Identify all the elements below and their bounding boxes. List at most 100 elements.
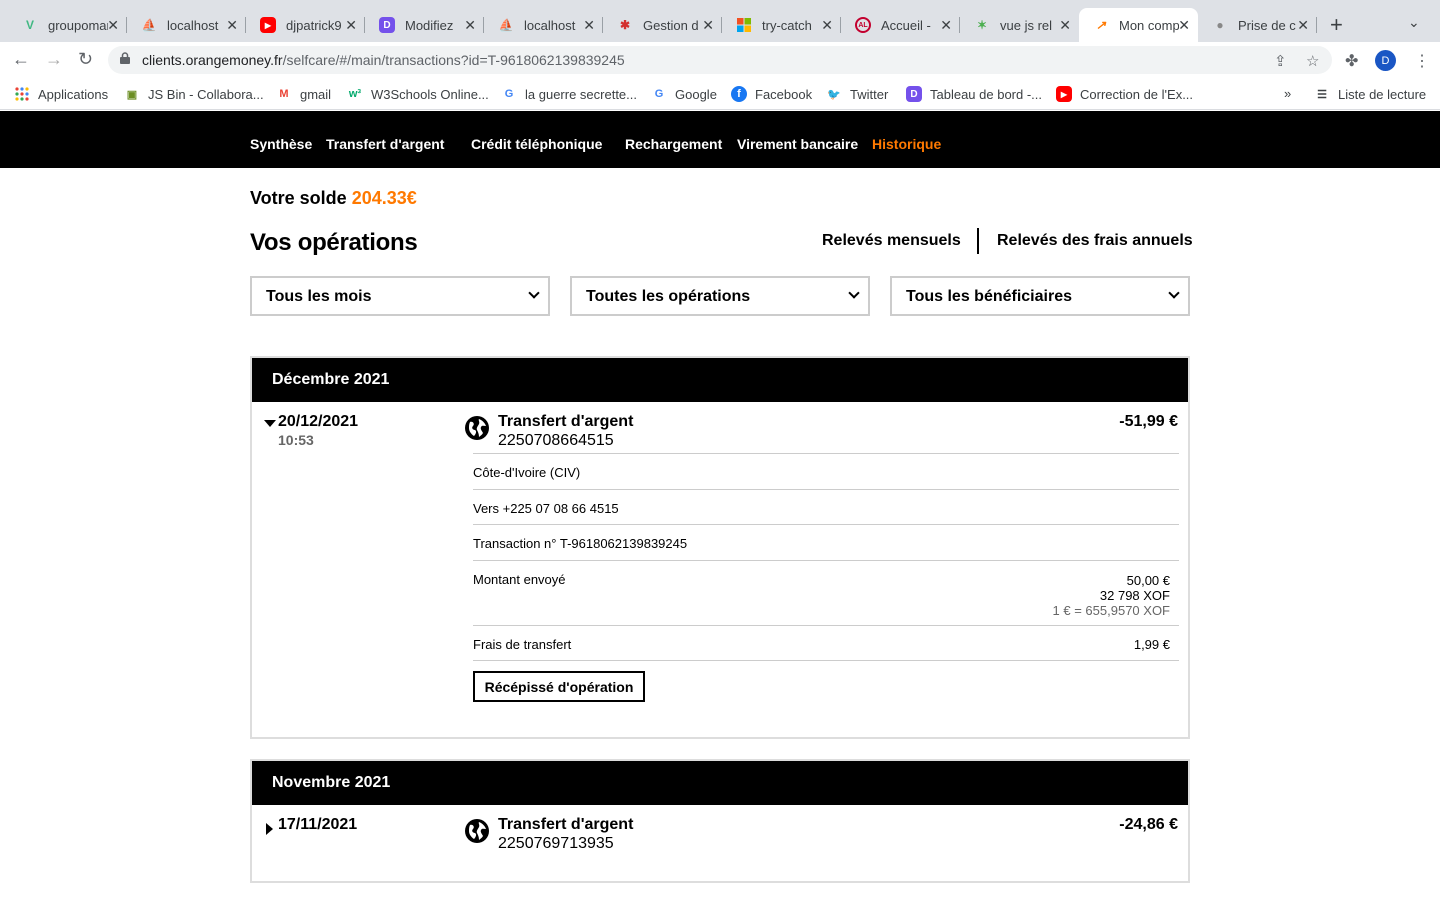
bookmark-item[interactable]: 🐦 Twitter (826, 86, 888, 102)
bookmark-item[interactable]: Gla guerre secrette... (501, 86, 637, 102)
detail-fees-label: Frais de transfert (473, 637, 572, 652)
close-icon[interactable]: ✕ (583, 17, 595, 34)
close-icon[interactable]: ✕ (1059, 17, 1071, 34)
share-icon[interactable]: ⇪ (1274, 52, 1287, 70)
more-bookmarks-button[interactable]: » (1284, 86, 1291, 101)
browser-toolbar: ← → ↻ clients.orangemoney.fr/selfcare/#/… (0, 42, 1440, 78)
browser-tab-strip: V groupomania ✕ ⛵ localhost ✕ ▶ djpatric… (0, 0, 1440, 42)
twitter-icon: 🐦 (827, 88, 841, 101)
bookmark-item[interactable]: Applications (14, 86, 108, 102)
browser-tab[interactable]: ⛵ localhost ✕ (127, 8, 246, 42)
divider (977, 228, 979, 254)
transaction-number: 2250769713935 (498, 835, 614, 852)
chevron-down-icon[interactable]: ⌄ (1408, 14, 1420, 31)
close-icon[interactable]: ✕ (226, 17, 238, 34)
balance-amount: 204.33€ (351, 188, 417, 208)
youtube-icon: ▶ (1056, 86, 1072, 102)
address-bar[interactable]: clients.orangemoney.fr/selfcare/#/main/t… (108, 46, 1332, 74)
phpmyadmin-icon: ⛵ (141, 18, 157, 32)
detail-row: Montant envoyé 50,00 € 32 798 XOF 1 € = … (473, 560, 1179, 625)
reload-icon[interactable]: ↻ (78, 49, 93, 70)
nav-item-rechargement[interactable]: Rechargement (625, 136, 722, 152)
bookmark-item[interactable]: f Facebook (731, 86, 812, 102)
browser-tab[interactable]: D Modifiez ✕ (365, 8, 484, 42)
globe-icon (465, 819, 489, 843)
transaction-type: Transfert d'argent (498, 816, 634, 833)
nav-item-virement[interactable]: Virement bancaire (737, 136, 858, 152)
detail-transaction-id: Transaction n° T-9618062139839245 (473, 536, 688, 551)
openclassrooms-icon: D (379, 17, 395, 33)
nav-item-synthese[interactable]: Synthèse (250, 136, 312, 152)
google-icon: G (654, 88, 664, 100)
detail-sent-label: Montant envoyé (473, 572, 566, 587)
nav-item-historique[interactable]: Historique (872, 136, 941, 152)
monthly-statements-link[interactable]: Relevés mensuels (822, 232, 961, 250)
avatar[interactable]: D (1375, 50, 1396, 71)
tab-title: localhost (524, 17, 576, 33)
detail-recipient: Vers +225 07 08 66 4515 (473, 501, 619, 516)
chevron-down-icon (528, 287, 540, 299)
bookmark-item[interactable]: ▶ Correction de l'Ex... (1056, 86, 1193, 102)
month-filter-select[interactable]: Tous les mois (250, 276, 550, 316)
nav-item-transfert[interactable]: Transfert d'argent (326, 136, 444, 152)
transaction-date: 20/12/2021 (278, 413, 359, 430)
close-icon[interactable]: ✕ (1178, 17, 1190, 34)
site-nav: Synthèse Transfert d'argent Crédit télép… (0, 111, 1440, 168)
beneficiaries-filter-select[interactable]: Tous les bénéficiaires (890, 276, 1190, 316)
month-card: Décembre 2021 20/12/2021 10:53 Transfert… (250, 356, 1190, 739)
orange-money-icon: ↗ (1095, 18, 1107, 32)
caret-down-icon[interactable] (264, 420, 276, 427)
browser-tab[interactable]: AL Accueil - ✕ (841, 8, 960, 42)
reading-list-button[interactable]: ☰ Liste de lecture (1314, 86, 1426, 102)
transaction-type: Transfert d'argent (498, 413, 634, 430)
browser-tab[interactable]: ▶ djpatrick9 ✕ (246, 8, 365, 42)
apple-icon: ● (1216, 18, 1224, 32)
extensions-icon[interactable]: ✤ (1345, 51, 1358, 71)
close-icon[interactable]: ✕ (464, 17, 476, 34)
browser-tab[interactable]: ✶ vue js rel ✕ (960, 8, 1079, 42)
balance: Votre solde 204.33€ (250, 188, 417, 209)
bookmark-item[interactable]: w³ W3Schools Online... (347, 86, 489, 102)
bookmark-item[interactable]: D Tableau de bord -... (906, 86, 1042, 102)
transaction-date: 17/11/2021 (278, 816, 358, 833)
detail-fees: 1,99 € (1133, 637, 1170, 652)
nav-item-credit[interactable]: Crédit téléphonique (471, 136, 602, 152)
operations-filter-select[interactable]: Toutes les opérations (570, 276, 870, 316)
tab-title: localhost (167, 17, 219, 33)
tab-title: Accueil - (881, 17, 931, 33)
globe-icon (465, 416, 489, 440)
bookmark-item[interactable]: G Google (651, 86, 717, 102)
annual-fees-link[interactable]: Relevés des frais annuels (997, 232, 1193, 250)
tab-title: vue js rel (1000, 17, 1053, 33)
browser-tab[interactable]: ✱ Gestion d ✕ (603, 8, 722, 42)
close-icon[interactable]: ✕ (940, 17, 952, 34)
transaction-amount: -24,86 € (1119, 816, 1178, 833)
close-icon[interactable]: ✕ (702, 17, 714, 34)
lock-icon (120, 52, 130, 64)
detail-row: Vers +225 07 08 66 4515 (473, 489, 1179, 524)
forward-arrow-icon[interactable]: → (45, 49, 63, 70)
bookmark-item[interactable]: ▣ JS Bin - Collabora... (124, 86, 264, 102)
star-icon[interactable]: ☆ (1306, 52, 1319, 70)
browser-tab[interactable]: ⛵ localhost ✕ (484, 8, 603, 42)
w3schools-icon: w³ (348, 88, 362, 100)
browser-tab[interactable]: V groupomania ✕ (8, 8, 127, 42)
microsoft-icon (736, 17, 752, 33)
back-arrow-icon[interactable]: ← (12, 49, 30, 70)
month-header: Novembre 2021 (252, 761, 1188, 805)
bookmarks-bar: Applications ▣ JS Bin - Collabora... Mgma… (0, 78, 1440, 110)
close-icon[interactable]: ✕ (1297, 17, 1309, 34)
angular-icon: AL (855, 17, 871, 33)
close-icon[interactable]: ✕ (821, 17, 833, 34)
receipt-button[interactable]: Récépissé d'opération (473, 671, 645, 702)
caret-right-icon[interactable] (266, 823, 273, 835)
close-icon[interactable]: ✕ (107, 17, 119, 34)
new-tab-icon[interactable]: + (1330, 12, 1343, 38)
sent-eur: 50,00 € (1126, 573, 1170, 588)
browser-tab-active[interactable]: ↗ Mon comp ✕ (1079, 8, 1198, 42)
close-icon[interactable]: ✕ (345, 17, 357, 34)
browser-tab[interactable]: ● Prise de c ✕ (1198, 8, 1317, 42)
bookmark-item[interactable]: Mgmail (276, 86, 331, 102)
browser-tab[interactable]: try-catch ✕ (722, 8, 841, 42)
more-vertical-icon[interactable]: ⋮ (1414, 51, 1430, 71)
